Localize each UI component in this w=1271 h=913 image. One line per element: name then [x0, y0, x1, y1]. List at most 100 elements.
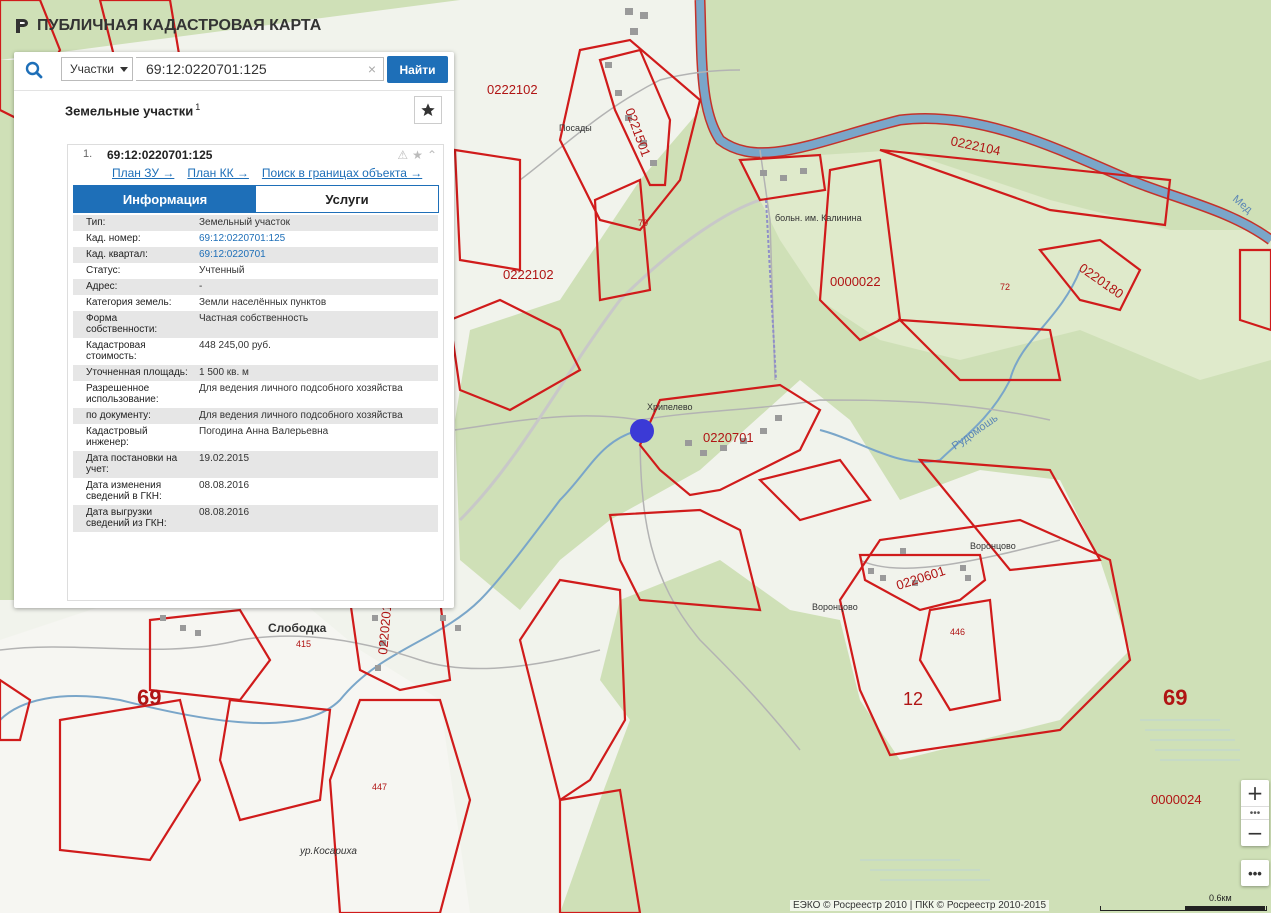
attribute-value: 448 245,00 руб. — [199, 340, 271, 351]
search-panel: Участки × Найти Земельные участки1 1. 69… — [14, 52, 454, 608]
search-type-dropdown[interactable]: Участки — [61, 57, 133, 81]
attribute-value: 08.08.2016 — [199, 480, 250, 491]
plan-zu-link[interactable]: План ЗУ → — [112, 166, 174, 180]
favorites-button[interactable] — [414, 96, 442, 124]
selected-parcel-marker[interactable] — [630, 419, 654, 443]
parcel-label: 415 — [296, 639, 311, 649]
search-icon[interactable] — [14, 52, 54, 88]
results-title-text: Земельные участки — [65, 103, 194, 119]
attribute-value: Учтенный — [199, 265, 245, 276]
result-cad-number[interactable]: 69:12:0220701:125 — [107, 148, 212, 162]
attribute-value: Земли населённых пунктов — [199, 297, 327, 308]
chevron-up-icon[interactable]: ⌃ — [427, 148, 437, 162]
attribute-row: Дата постановки на учет: 19.02.2015 — [73, 451, 438, 478]
zoom-slider[interactable]: ••• — [1241, 806, 1269, 820]
chevron-down-icon — [120, 66, 128, 72]
place-label: Посады — [559, 123, 592, 133]
district-label: 69 — [137, 685, 161, 710]
parcel-label: 446 — [950, 627, 965, 637]
star-icon — [421, 103, 435, 116]
attribute-key: Форма собственности: — [73, 311, 193, 338]
attribute-value: Частная собственность — [193, 311, 438, 338]
attribute-row: Кад. номер: 69:12:0220701:125 — [73, 231, 438, 247]
attribute-value: 08.08.2016 — [193, 505, 438, 532]
attribute-key: по документу: — [73, 408, 193, 424]
star-icon[interactable]: ★ — [412, 148, 423, 162]
attribute-key: Дата изменения сведений в ГКН: — [86, 480, 162, 502]
rosreestr-logo-icon — [16, 19, 28, 33]
tab-services[interactable]: Услуги — [256, 186, 438, 212]
attribute-value[interactable]: 69:12:0220701 — [193, 247, 438, 263]
attribute-row: Кад. квартал: 69:12:0220701 — [73, 247, 438, 263]
parcel-label: 447 — [372, 782, 387, 792]
attribute-value: - — [193, 279, 438, 295]
result-index: 1. — [83, 148, 93, 160]
attribute-key: Разрешенное использование: — [86, 383, 159, 405]
quarter-label: 0220701 — [703, 430, 754, 445]
search-type-label: Участки — [70, 62, 114, 76]
attribute-key: Кад. квартал: — [73, 247, 193, 263]
quarter-label: 0222102 — [503, 267, 554, 282]
tab-info[interactable]: Информация — [74, 186, 256, 212]
plan-kk-link[interactable]: План КК → — [187, 166, 249, 180]
attributes-table: Тип: Земельный участок Кад. номер: 69:12:02… — [73, 215, 438, 532]
quarter-label: 0222102 — [487, 82, 538, 97]
attribute-row: Кадастровый инженер: Погодина Анна Валерь… — [73, 424, 438, 451]
scale-label: 0.6км — [1209, 893, 1232, 903]
attribute-row: Кадастровая стоимость: 448 245,00 руб. — [73, 338, 438, 365]
more-tools-button[interactable]: ••• — [1241, 860, 1269, 886]
zoom-out-button[interactable]: − — [1241, 820, 1269, 846]
attribute-key: Дата постановки на учет: — [73, 451, 193, 478]
attribute-row: Адрес: - — [73, 279, 438, 295]
search-input[interactable] — [136, 57, 384, 81]
attribute-value: Для ведения личного подсобного хозяйства — [199, 383, 403, 394]
place-label: Воронцово — [812, 602, 858, 612]
attribute-value: Земельный участок — [193, 215, 438, 231]
district-label: 69 — [1163, 685, 1187, 710]
results-count: 1 — [195, 102, 201, 112]
attribute-row: Форма собственности: Частная собственност… — [73, 311, 438, 338]
attribute-row: Тип: Земельный участок — [73, 215, 438, 231]
attribute-value: Для ведения личного подсобного хозяйства — [193, 408, 438, 424]
attribute-row: Разрешенное использование: Для ведения ли… — [73, 381, 438, 408]
place-label: больн. им. Калинина — [775, 213, 862, 223]
result-tabs: Информация Услуги — [73, 185, 439, 213]
attribute-row: Категория земель: Земли населённых пункто… — [73, 295, 438, 311]
attribute-key: Адрес: — [73, 279, 193, 295]
attribute-value[interactable]: 69:12:0220701:125 — [193, 231, 438, 247]
parcel-label: 72 — [1000, 282, 1010, 292]
attribute-key: Дата выгрузки сведений из ГКН: — [73, 505, 193, 532]
place-label: ур.Косариха — [299, 846, 357, 857]
district-label: 12 — [903, 689, 923, 709]
attribute-value: 19.02.2015 — [193, 451, 438, 478]
app-title-text: ПУБЛИЧНАЯ КАДАСТРОВАЯ КАРТА — [37, 17, 322, 34]
place-label: Хрипелево — [647, 402, 693, 412]
search-bar: Участки × Найти — [14, 52, 454, 88]
search-in-bounds-link[interactable]: Поиск в границах объекта → — [262, 166, 422, 180]
attribute-key: Кадастровый инженер: — [86, 426, 148, 448]
attribute-value: 1 500 кв. м — [193, 365, 438, 381]
quarter-label: 0000022 — [830, 274, 881, 289]
clear-search-button[interactable]: × — [364, 60, 380, 78]
zoom-control: + ••• − — [1241, 780, 1269, 846]
attribute-key: Уточненная площадь: — [73, 365, 193, 381]
attribute-row: Уточненная площадь: 1 500 кв. м — [73, 365, 438, 381]
place-label: Слободка — [268, 621, 327, 635]
attribute-row: Статус: Учтенный — [73, 263, 438, 279]
attribute-row: Дата выгрузки сведений из ГКН: 08.08.2016 — [73, 505, 438, 532]
result-card: 1. 69:12:0220701:125 ⚠ ★ ⌃ План ЗУ → Пла… — [67, 144, 444, 601]
attribute-value: Погодина Анна Валерьевна — [199, 426, 329, 437]
find-button[interactable]: Найти — [387, 56, 448, 83]
zoom-in-button[interactable]: + — [1241, 780, 1269, 806]
app-title: ПУБЛИЧНАЯ КАДАСТРОВАЯ КАРТА — [14, 14, 321, 38]
warning-icon[interactable]: ⚠ — [397, 148, 408, 162]
quarter-label: 0000024 — [1151, 792, 1202, 807]
place-label: Воронцово — [970, 541, 1016, 551]
attribute-key: Кад. номер: — [86, 233, 141, 244]
results-title: Земельные участки 1 — [65, 102, 200, 118]
map-attribution: ЕЭКО © Росреестр 2010 | ПКК © Росреестр … — [790, 900, 1050, 911]
attribute-row: по документу: Для ведения личного подсобн… — [73, 408, 438, 424]
scale-bar-fill — [1185, 906, 1265, 910]
attribute-key: Категория земель: — [86, 297, 172, 308]
attribute-key: Тип: — [73, 215, 193, 231]
